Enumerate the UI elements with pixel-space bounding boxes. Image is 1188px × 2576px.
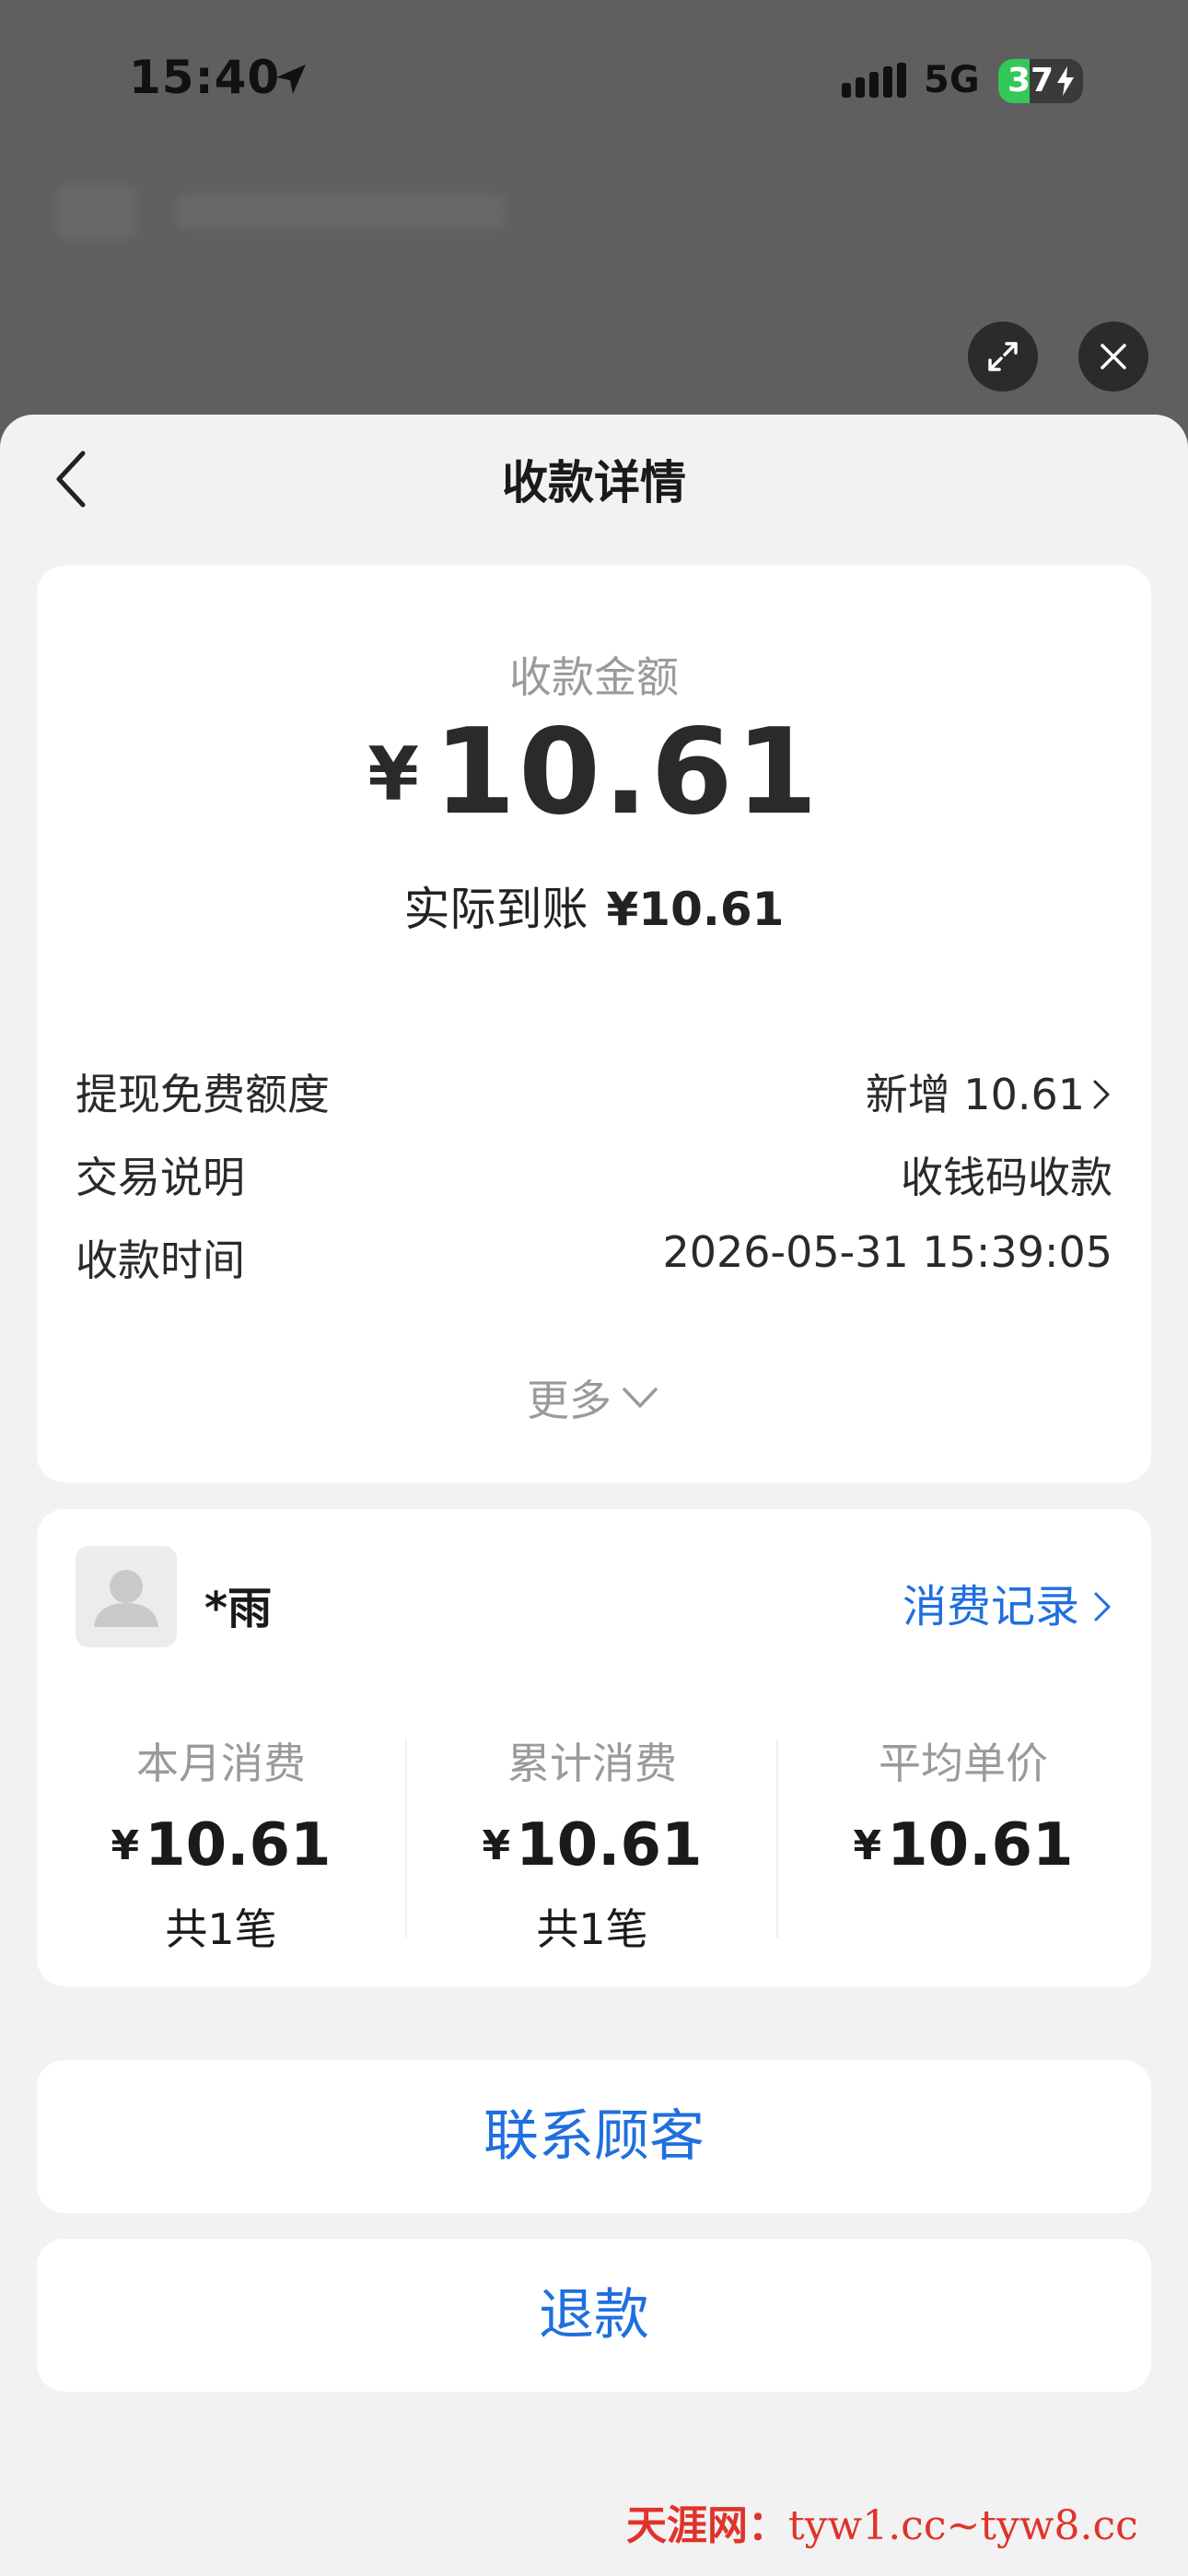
amount-label: 收款金额 bbox=[509, 652, 679, 702]
customer-card: *雨 消费记录 本月消费 ¥10.61 共1笔 累计消费 ¥10.61 共1笔 … bbox=[37, 1509, 1151, 1986]
currency-symbol: ¥ bbox=[367, 732, 419, 817]
stat-label: 平均单价 bbox=[879, 1739, 1048, 1788]
actual-received-label: 实际到账 bbox=[403, 883, 588, 936]
battery-percent: 37 bbox=[1007, 62, 1054, 100]
refund-button[interactable]: 退款 bbox=[37, 2239, 1151, 2392]
expand-icon bbox=[988, 342, 1018, 371]
stat-value: ¥10.61 bbox=[37, 1811, 405, 1879]
page-title: 收款详情 bbox=[502, 456, 686, 509]
free-quota-value: 新增 10.61 bbox=[866, 1061, 1112, 1122]
status-bar: 15:40 5G 37 bbox=[0, 0, 1188, 161]
payment-time-label: 收款时间 bbox=[76, 1235, 245, 1285]
stat-value-number: 10.61 bbox=[516, 1811, 703, 1879]
stat-value-number: 10.61 bbox=[145, 1811, 332, 1879]
more-label: 更多 bbox=[527, 1376, 611, 1425]
watermark-urls: tyw1.cc~tyw8.cc bbox=[788, 2502, 1138, 2549]
signal-bars-icon bbox=[842, 63, 906, 98]
currency-symbol: ¥ bbox=[482, 1822, 511, 1869]
currency-symbol: ¥ bbox=[853, 1822, 882, 1869]
location-arrow-icon bbox=[276, 64, 306, 94]
expand-button[interactable] bbox=[968, 322, 1038, 392]
stat-count: 共1笔 bbox=[536, 1904, 648, 1954]
chevron-right-icon bbox=[1094, 1592, 1111, 1622]
transaction-desc-row: 交易说明 收钱码收款 bbox=[76, 1135, 1112, 1209]
refund-card: 退款 bbox=[37, 2239, 1151, 2392]
actual-received: 实际到账 ¥10.61 bbox=[37, 872, 1151, 939]
watermark: 天涯网：tyw1.cc~tyw8.cc bbox=[626, 2492, 1138, 2551]
stat-total: 累计消费 ¥10.61 共1笔 bbox=[408, 1730, 776, 1957]
chevron-down-icon bbox=[623, 1388, 658, 1408]
chevron-right-icon bbox=[1093, 1080, 1110, 1109]
amount-display: ¥10.61 bbox=[37, 704, 1151, 841]
watermark-brand: 天涯网： bbox=[626, 2502, 788, 2549]
background-blur bbox=[55, 184, 138, 240]
consumption-record-link[interactable]: 消费记录 bbox=[903, 1570, 1114, 1634]
actual-received-value: ¥10.61 bbox=[606, 883, 785, 936]
stat-average: 平均单价 ¥10.61 bbox=[779, 1730, 1147, 1896]
close-button[interactable] bbox=[1078, 322, 1148, 392]
user-placeholder-icon bbox=[94, 1570, 158, 1627]
stat-label: 累计消费 bbox=[507, 1739, 677, 1788]
stat-value-number: 10.61 bbox=[887, 1811, 1074, 1879]
stat-label: 本月消费 bbox=[136, 1739, 306, 1788]
background-blur bbox=[175, 193, 507, 230]
transaction-desc-value: 收钱码收款 bbox=[901, 1153, 1112, 1202]
payment-time-value: 2026-05-31 15:39:05 bbox=[662, 1227, 1112, 1277]
status-time: 15:40 bbox=[129, 51, 281, 104]
amount-card: 收款金额 ¥10.61 实际到账 ¥10.61 提现免费额度 新增 10.61 交… bbox=[37, 566, 1151, 1482]
amount-value: 10.61 bbox=[433, 704, 821, 841]
consumption-record-label: 消费记录 bbox=[902, 1581, 1079, 1633]
detail-sheet: 收款详情 收款金额 ¥10.61 实际到账 ¥10.61 提现免费额度 新增 10… bbox=[0, 415, 1188, 2576]
more-toggle[interactable]: 更多 bbox=[37, 1367, 1151, 1428]
free-quota-value-text: 新增 10.61 bbox=[865, 1070, 1085, 1119]
divider bbox=[405, 1739, 407, 1938]
stat-value: ¥10.61 bbox=[779, 1811, 1147, 1879]
stat-value: ¥10.61 bbox=[408, 1811, 776, 1879]
stat-count: 共1笔 bbox=[165, 1904, 277, 1954]
customer-name: *雨 bbox=[204, 1583, 273, 1634]
network-type: 5G bbox=[924, 59, 980, 101]
stat-monthly: 本月消费 ¥10.61 共1笔 bbox=[37, 1730, 405, 1957]
transaction-desc-label: 交易说明 bbox=[76, 1153, 245, 1202]
payment-time-row: 收款时间 2026-05-31 15:39:05 bbox=[76, 1218, 1112, 1292]
contact-customer-card: 联系顾客 bbox=[37, 2060, 1151, 2213]
avatar bbox=[76, 1546, 177, 1647]
contact-customer-button[interactable]: 联系顾客 bbox=[37, 2060, 1151, 2213]
bolt-icon bbox=[1057, 66, 1074, 96]
free-quota-label: 提现免费额度 bbox=[76, 1070, 330, 1119]
free-quota-row[interactable]: 提现免费额度 新增 10.61 bbox=[76, 1052, 1112, 1126]
currency-symbol: ¥ bbox=[111, 1822, 140, 1869]
close-icon bbox=[1101, 344, 1126, 369]
battery-indicator: 37 bbox=[998, 59, 1083, 103]
divider bbox=[776, 1739, 778, 1938]
